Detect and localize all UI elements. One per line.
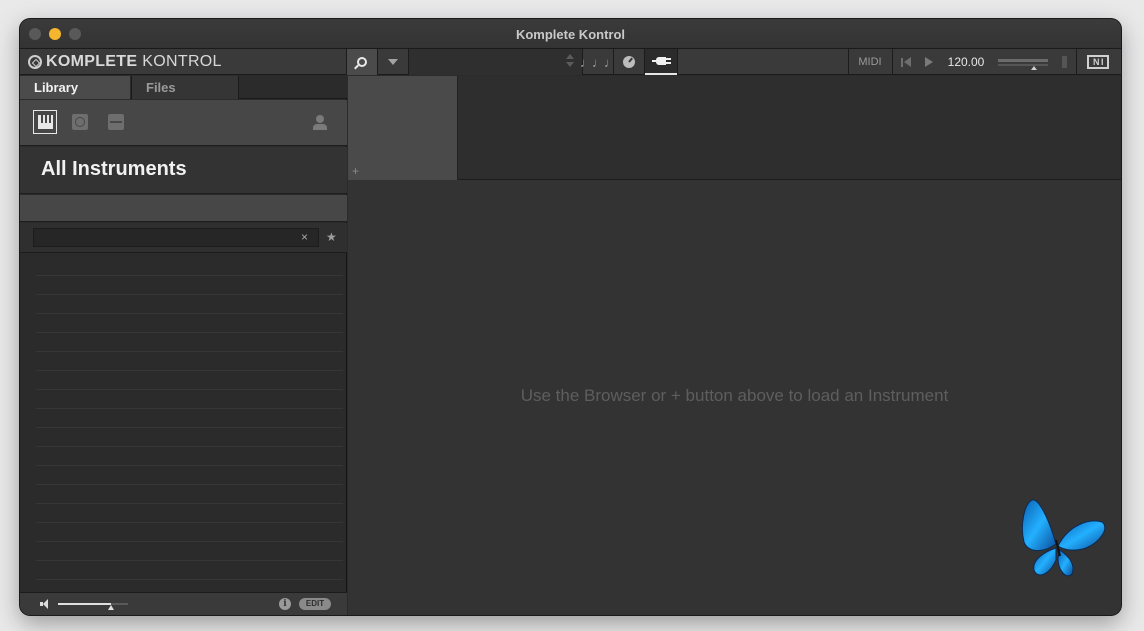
list-item[interactable]: [36, 504, 343, 523]
browser-footer: i EDIT: [20, 592, 347, 615]
list-item[interactable]: [36, 390, 343, 409]
list-item[interactable]: [36, 295, 343, 314]
waveform-icon: [108, 114, 124, 130]
list-item[interactable]: [36, 466, 343, 485]
tab-files[interactable]: Files: [131, 76, 239, 99]
brand-name-bold: KOMPLETE: [46, 53, 138, 70]
plug-icon: [652, 57, 671, 65]
toolbar-divider: [1076, 49, 1077, 75]
plugin-view-button[interactable]: [645, 49, 677, 75]
slider-handle-icon[interactable]: [108, 605, 115, 610]
filter-bar[interactable]: [20, 195, 347, 222]
slider-handle-icon[interactable]: [1031, 66, 1037, 70]
search-row: × ★: [20, 223, 347, 253]
rewind-button[interactable]: [895, 49, 917, 75]
brand-logo: KOMPLETE KONTROL: [28, 53, 222, 71]
list-item[interactable]: [36, 276, 343, 295]
preset-up-icon: [566, 54, 574, 59]
play-icon: [925, 57, 933, 67]
list-item[interactable]: [36, 257, 343, 276]
list-item[interactable]: [36, 352, 343, 371]
piano-keys-icon: [37, 115, 53, 129]
clear-search-icon[interactable]: ×: [301, 230, 308, 244]
info-button[interactable]: i: [279, 598, 291, 610]
instrument-rack: +: [348, 76, 1121, 180]
tempo-display[interactable]: 120.00: [942, 49, 990, 75]
chevron-down-icon: [388, 59, 398, 65]
browser-tabs: Library Files: [20, 76, 347, 99]
app-window: Komplete Kontrol KOMPLETE KONTROL ♩♩♩ MI…: [20, 19, 1121, 615]
preset-display[interactable]: [409, 49, 582, 75]
window-title: Komplete Kontrol: [515, 27, 626, 42]
instrument-slot[interactable]: +: [348, 76, 458, 180]
instrument-area: + Use the Browser or + button above to l…: [348, 76, 1121, 615]
browser-category-title[interactable]: All Instruments: [20, 147, 347, 194]
add-instrument-button[interactable]: +: [352, 164, 359, 178]
notes-icon: ♩♩♩: [580, 54, 617, 70]
favorites-icon[interactable]: ★: [326, 230, 337, 244]
ni-icon: N I: [1087, 55, 1109, 69]
loops-filter-button[interactable]: [68, 110, 92, 134]
list-item[interactable]: [36, 333, 343, 352]
ni-menu-button[interactable]: N I: [1078, 49, 1118, 75]
instruments-filter-button[interactable]: [33, 110, 57, 134]
play-button[interactable]: [918, 49, 940, 75]
list-item[interactable]: [36, 409, 343, 428]
list-item[interactable]: [36, 447, 343, 466]
main-toolbar: KOMPLETE KONTROL ♩♩♩ MIDI 120.00 N I: [20, 49, 1121, 75]
edit-button[interactable]: EDIT: [299, 598, 331, 610]
arpeggiator-button[interactable]: ♩♩♩: [580, 49, 617, 75]
skip-back-icon: [901, 57, 903, 67]
preset-down-icon: [566, 62, 574, 67]
dial-icon: [623, 56, 635, 68]
butterfly-icon: [1021, 499, 1106, 577]
results-list[interactable]: [36, 257, 343, 612]
one-shots-filter-button[interactable]: [104, 110, 128, 134]
menu-dropdown-button[interactable]: [378, 49, 408, 75]
toolbar-divider: [677, 49, 678, 75]
title-bar: Komplete Kontrol: [20, 19, 1121, 49]
user-content-button[interactable]: [308, 110, 332, 134]
prehear-volume-slider[interactable]: [58, 603, 128, 610]
list-item[interactable]: [36, 523, 343, 542]
list-item[interactable]: [36, 371, 343, 390]
ni-logo-icon: [28, 55, 42, 69]
browser-search-button[interactable]: [347, 49, 377, 75]
content-type-bar: [20, 100, 347, 146]
list-item[interactable]: [36, 428, 343, 447]
tab-library[interactable]: Library: [20, 76, 130, 99]
speaker-icon[interactable]: [40, 599, 50, 609]
user-icon: [313, 115, 327, 130]
level-meter: [1058, 49, 1070, 75]
scale-button[interactable]: [614, 49, 644, 75]
brand-name-light: KONTROL: [142, 53, 222, 70]
loop-icon: [72, 114, 88, 130]
master-volume-slider[interactable]: [996, 57, 1050, 70]
preset-stepper[interactable]: [566, 54, 574, 67]
midi-button[interactable]: MIDI: [849, 49, 891, 75]
search-input[interactable]: [33, 228, 319, 247]
browser-panel: Library Files All Instruments × ★ i EDIT: [20, 76, 347, 615]
list-item[interactable]: [36, 542, 343, 561]
list-item[interactable]: [36, 314, 343, 333]
search-icon: [357, 57, 367, 67]
toolbar-divider: [892, 49, 893, 75]
list-item[interactable]: [36, 485, 343, 504]
empty-state-message: Use the Browser or + button above to loa…: [520, 386, 949, 405]
list-item[interactable]: [36, 561, 343, 580]
